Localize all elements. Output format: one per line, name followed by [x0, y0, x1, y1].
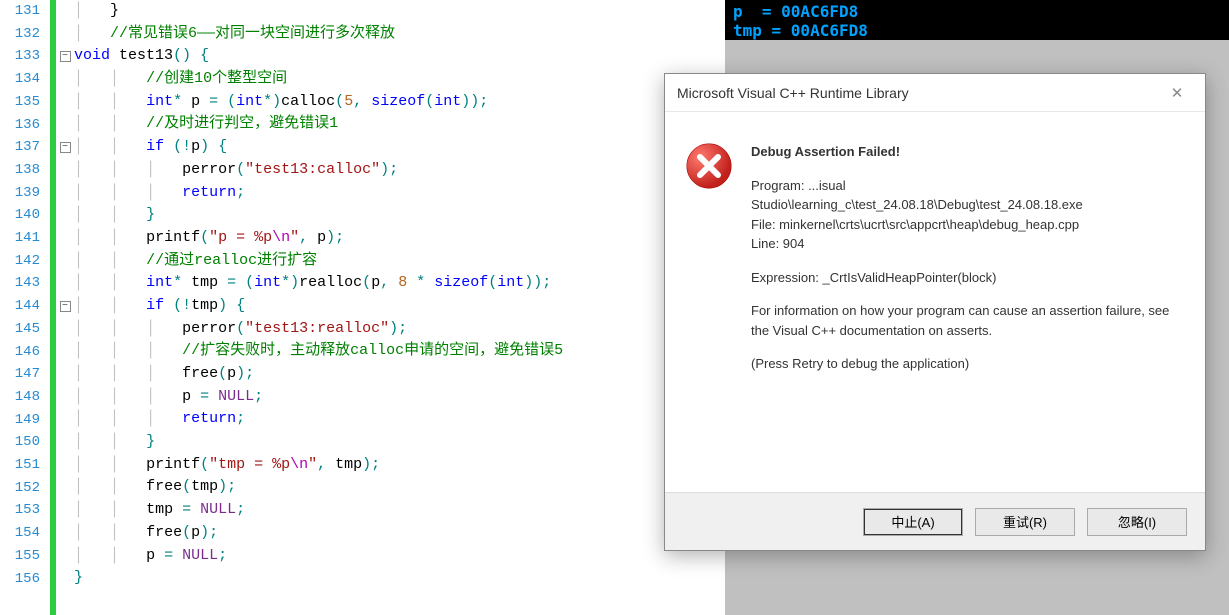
line-number: 150: [0, 431, 40, 454]
line-number: 138: [0, 159, 40, 182]
code-line[interactable]: │ │ │ perror("test13:calloc");: [74, 159, 720, 182]
line-number: 132: [0, 23, 40, 46]
fold-toggle-icon[interactable]: −: [60, 51, 71, 62]
dialog-retry-hint: (Press Retry to debug the application): [751, 354, 1185, 374]
fold-toggle-icon[interactable]: −: [60, 301, 71, 312]
code-line[interactable]: │ │ │ //扩容失败时，主动释放calloc申请的空间，避免错误5: [74, 340, 720, 363]
line-number: 131: [0, 0, 40, 23]
dialog-info: For information on how your program can …: [751, 301, 1185, 340]
line-number: 151: [0, 454, 40, 477]
code-line[interactable]: │ │ }: [74, 431, 720, 454]
error-icon: [685, 142, 733, 190]
code-line[interactable]: │ │ //及时进行判空，避免错误1: [74, 113, 720, 136]
line-number: 141: [0, 227, 40, 250]
dialog-program: Program: ...isual Studio\learning_c\test…: [751, 176, 1185, 254]
fold-toggle-icon[interactable]: −: [60, 142, 71, 153]
line-number: 134: [0, 68, 40, 91]
console-output: p = 00AC6FD8 tmp = 00AC6FD8: [725, 0, 1229, 40]
dialog-titlebar[interactable]: Microsoft Visual C++ Runtime Library ✕: [665, 74, 1205, 112]
code-line[interactable]: │ │ │ return;: [74, 408, 720, 431]
line-number: 149: [0, 409, 40, 432]
line-number: 139: [0, 182, 40, 205]
dialog-title: Microsoft Visual C++ Runtime Library: [677, 85, 1161, 101]
code-line[interactable]: │ }: [74, 0, 720, 23]
code-line[interactable]: │ │ }: [74, 204, 720, 227]
line-number: 154: [0, 522, 40, 545]
line-number: 140: [0, 204, 40, 227]
line-number: 146: [0, 341, 40, 364]
code-line[interactable]: │ │ if (!p) {: [74, 136, 720, 159]
line-number: 153: [0, 499, 40, 522]
code-line[interactable]: }: [74, 567, 720, 590]
line-number: 152: [0, 477, 40, 500]
code-line[interactable]: │ │ │ perror("test13:realloc");: [74, 318, 720, 341]
assertion-dialog: Microsoft Visual C++ Runtime Library ✕ D…: [664, 73, 1206, 551]
code-editor[interactable]: 1311321331341351361371381391401411421431…: [0, 0, 720, 615]
fold-gutter[interactable]: − − −: [56, 0, 74, 615]
ignore-button[interactable]: 忽略(I): [1087, 508, 1187, 536]
line-number: 147: [0, 363, 40, 386]
line-number: 136: [0, 114, 40, 137]
line-number: 144: [0, 295, 40, 318]
retry-button[interactable]: 重试(R): [975, 508, 1075, 536]
close-icon[interactable]: ✕: [1161, 84, 1193, 102]
code-line[interactable]: │ │ if (!tmp) {: [74, 295, 720, 318]
line-number: 143: [0, 272, 40, 295]
code-line[interactable]: void test13() {: [74, 45, 720, 68]
code-line[interactable]: │ │ //创建10个整型空间: [74, 68, 720, 91]
dialog-button-row: 中止(A) 重试(R) 忽略(I): [665, 492, 1205, 550]
code-line[interactable]: │ │ int* p = (int*)calloc(5, sizeof(int)…: [74, 91, 720, 114]
code-line[interactable]: │ │ free(tmp);: [74, 476, 720, 499]
code-line[interactable]: │ │ printf("tmp = %p\n", tmp);: [74, 454, 720, 477]
code-line[interactable]: │ //常见错误6——对同一块空间进行多次释放: [74, 23, 720, 46]
code-line[interactable]: │ │ printf("p = %p\n", p);: [74, 227, 720, 250]
code-line[interactable]: │ │ │ return;: [74, 182, 720, 205]
line-number: 155: [0, 545, 40, 568]
line-number-gutter: 1311321331341351361371381391401411421431…: [0, 0, 50, 615]
line-number: 137: [0, 136, 40, 159]
dialog-content: Debug Assertion Failed! Program: ...isua…: [751, 142, 1185, 388]
line-number: 145: [0, 318, 40, 341]
code-content[interactable]: │ }│ //常见错误6——对同一块空间进行多次释放void test13() …: [74, 0, 720, 615]
code-line[interactable]: │ │ int* tmp = (int*)realloc(p, 8 * size…: [74, 272, 720, 295]
line-number: 142: [0, 250, 40, 273]
line-number: 135: [0, 91, 40, 114]
line-number: 156: [0, 568, 40, 591]
dialog-expression: Expression: _CrtIsValidHeapPointer(block…: [751, 268, 1185, 288]
line-number: 148: [0, 386, 40, 409]
code-line[interactable]: │ │ free(p);: [74, 522, 720, 545]
dialog-heading: Debug Assertion Failed!: [751, 142, 1185, 162]
abort-button[interactable]: 中止(A): [863, 508, 963, 536]
code-line[interactable]: │ │ p = NULL;: [74, 545, 720, 568]
code-line[interactable]: │ │ │ p = NULL;: [74, 386, 720, 409]
code-line[interactable]: │ │ │ free(p);: [74, 363, 720, 386]
code-line[interactable]: │ │ //通过realloc进行扩容: [74, 250, 720, 273]
code-line[interactable]: │ │ tmp = NULL;: [74, 499, 720, 522]
line-number: 133: [0, 45, 40, 68]
